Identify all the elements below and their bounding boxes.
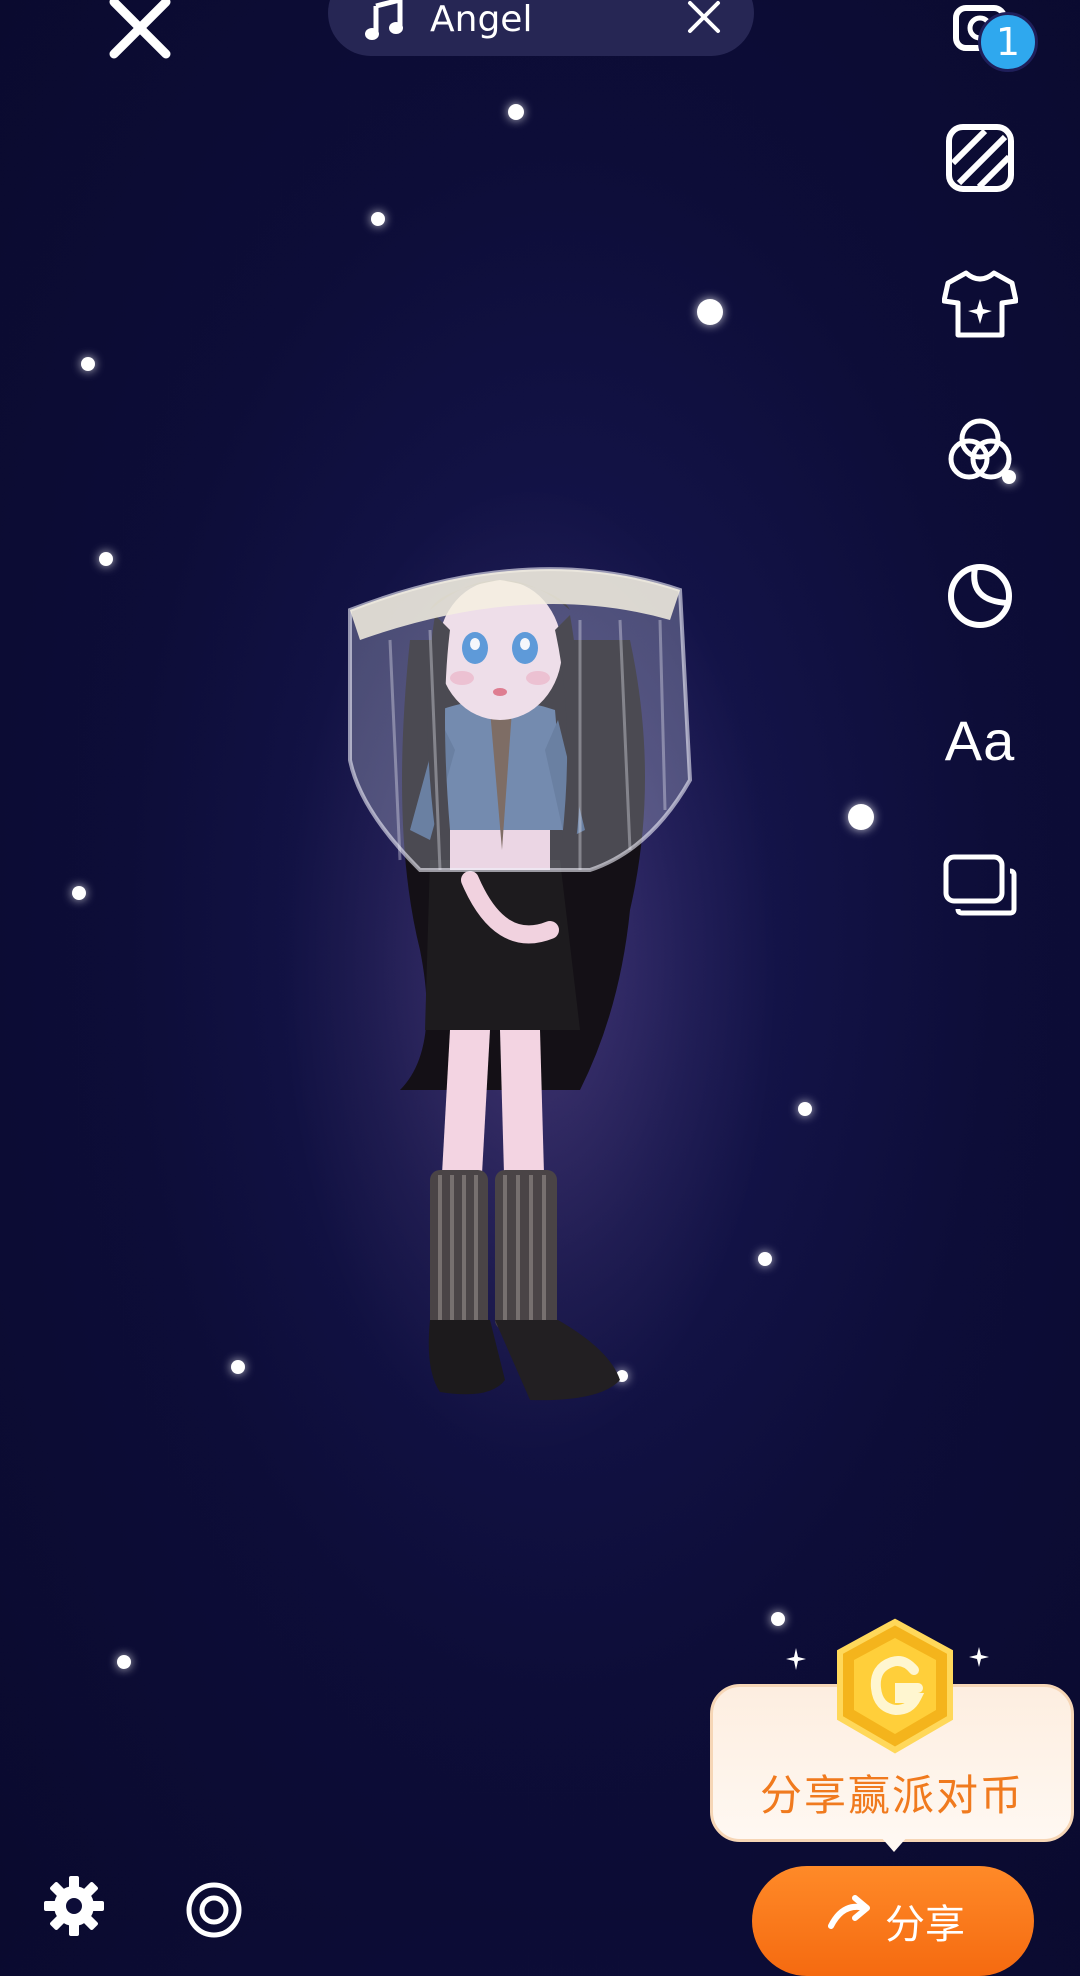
snow-dot bbox=[117, 1655, 131, 1669]
layers-button[interactable] bbox=[940, 846, 1020, 926]
music-note-icon bbox=[365, 0, 403, 40]
layers-icon bbox=[943, 854, 1017, 916]
text-tool[interactable]: Aa bbox=[940, 700, 1020, 780]
promo-text: 分享赢派对币 bbox=[759, 1771, 1024, 1820]
coin-icon bbox=[837, 1618, 953, 1754]
sparkle-icon bbox=[786, 1648, 806, 1670]
avatar-character[interactable] bbox=[330, 530, 730, 1430]
close-icon[interactable] bbox=[100, 0, 180, 68]
outfit-icon bbox=[942, 270, 1018, 338]
music-selector[interactable]: Angel bbox=[328, 0, 754, 56]
snow-dot bbox=[99, 552, 113, 566]
close-icon[interactable] bbox=[684, 0, 724, 37]
outfit-button[interactable] bbox=[940, 264, 1020, 344]
sticker-button[interactable] bbox=[940, 556, 1020, 636]
share-button[interactable]: 分享 bbox=[752, 1866, 1034, 1976]
snow-dot bbox=[758, 1252, 772, 1266]
gear-icon[interactable] bbox=[44, 1876, 104, 1936]
promo-pointer bbox=[880, 1836, 908, 1852]
snow-dot bbox=[81, 357, 95, 371]
record-icon[interactable] bbox=[184, 1880, 244, 1940]
background-pattern-icon bbox=[946, 124, 1014, 192]
snow-dot bbox=[798, 1102, 812, 1116]
snow-dot bbox=[697, 299, 723, 325]
snow-dot bbox=[72, 886, 86, 900]
snow-dot bbox=[371, 212, 385, 226]
snow-dot bbox=[848, 804, 874, 830]
filter-button[interactable] bbox=[940, 410, 1020, 490]
share-button-label: 分享 bbox=[885, 1902, 965, 1948]
filter-icon bbox=[948, 418, 1012, 480]
snow-dot bbox=[771, 1612, 785, 1626]
snow-dot bbox=[231, 1360, 245, 1374]
sparkle-icon bbox=[969, 1647, 989, 1667]
share-icon bbox=[828, 1895, 870, 1929]
notification-badge: 1 bbox=[978, 12, 1038, 72]
sticker-icon bbox=[948, 564, 1012, 628]
music-title: Angel bbox=[430, 0, 533, 40]
snow-dot bbox=[508, 104, 524, 120]
background-button[interactable] bbox=[940, 118, 1020, 198]
